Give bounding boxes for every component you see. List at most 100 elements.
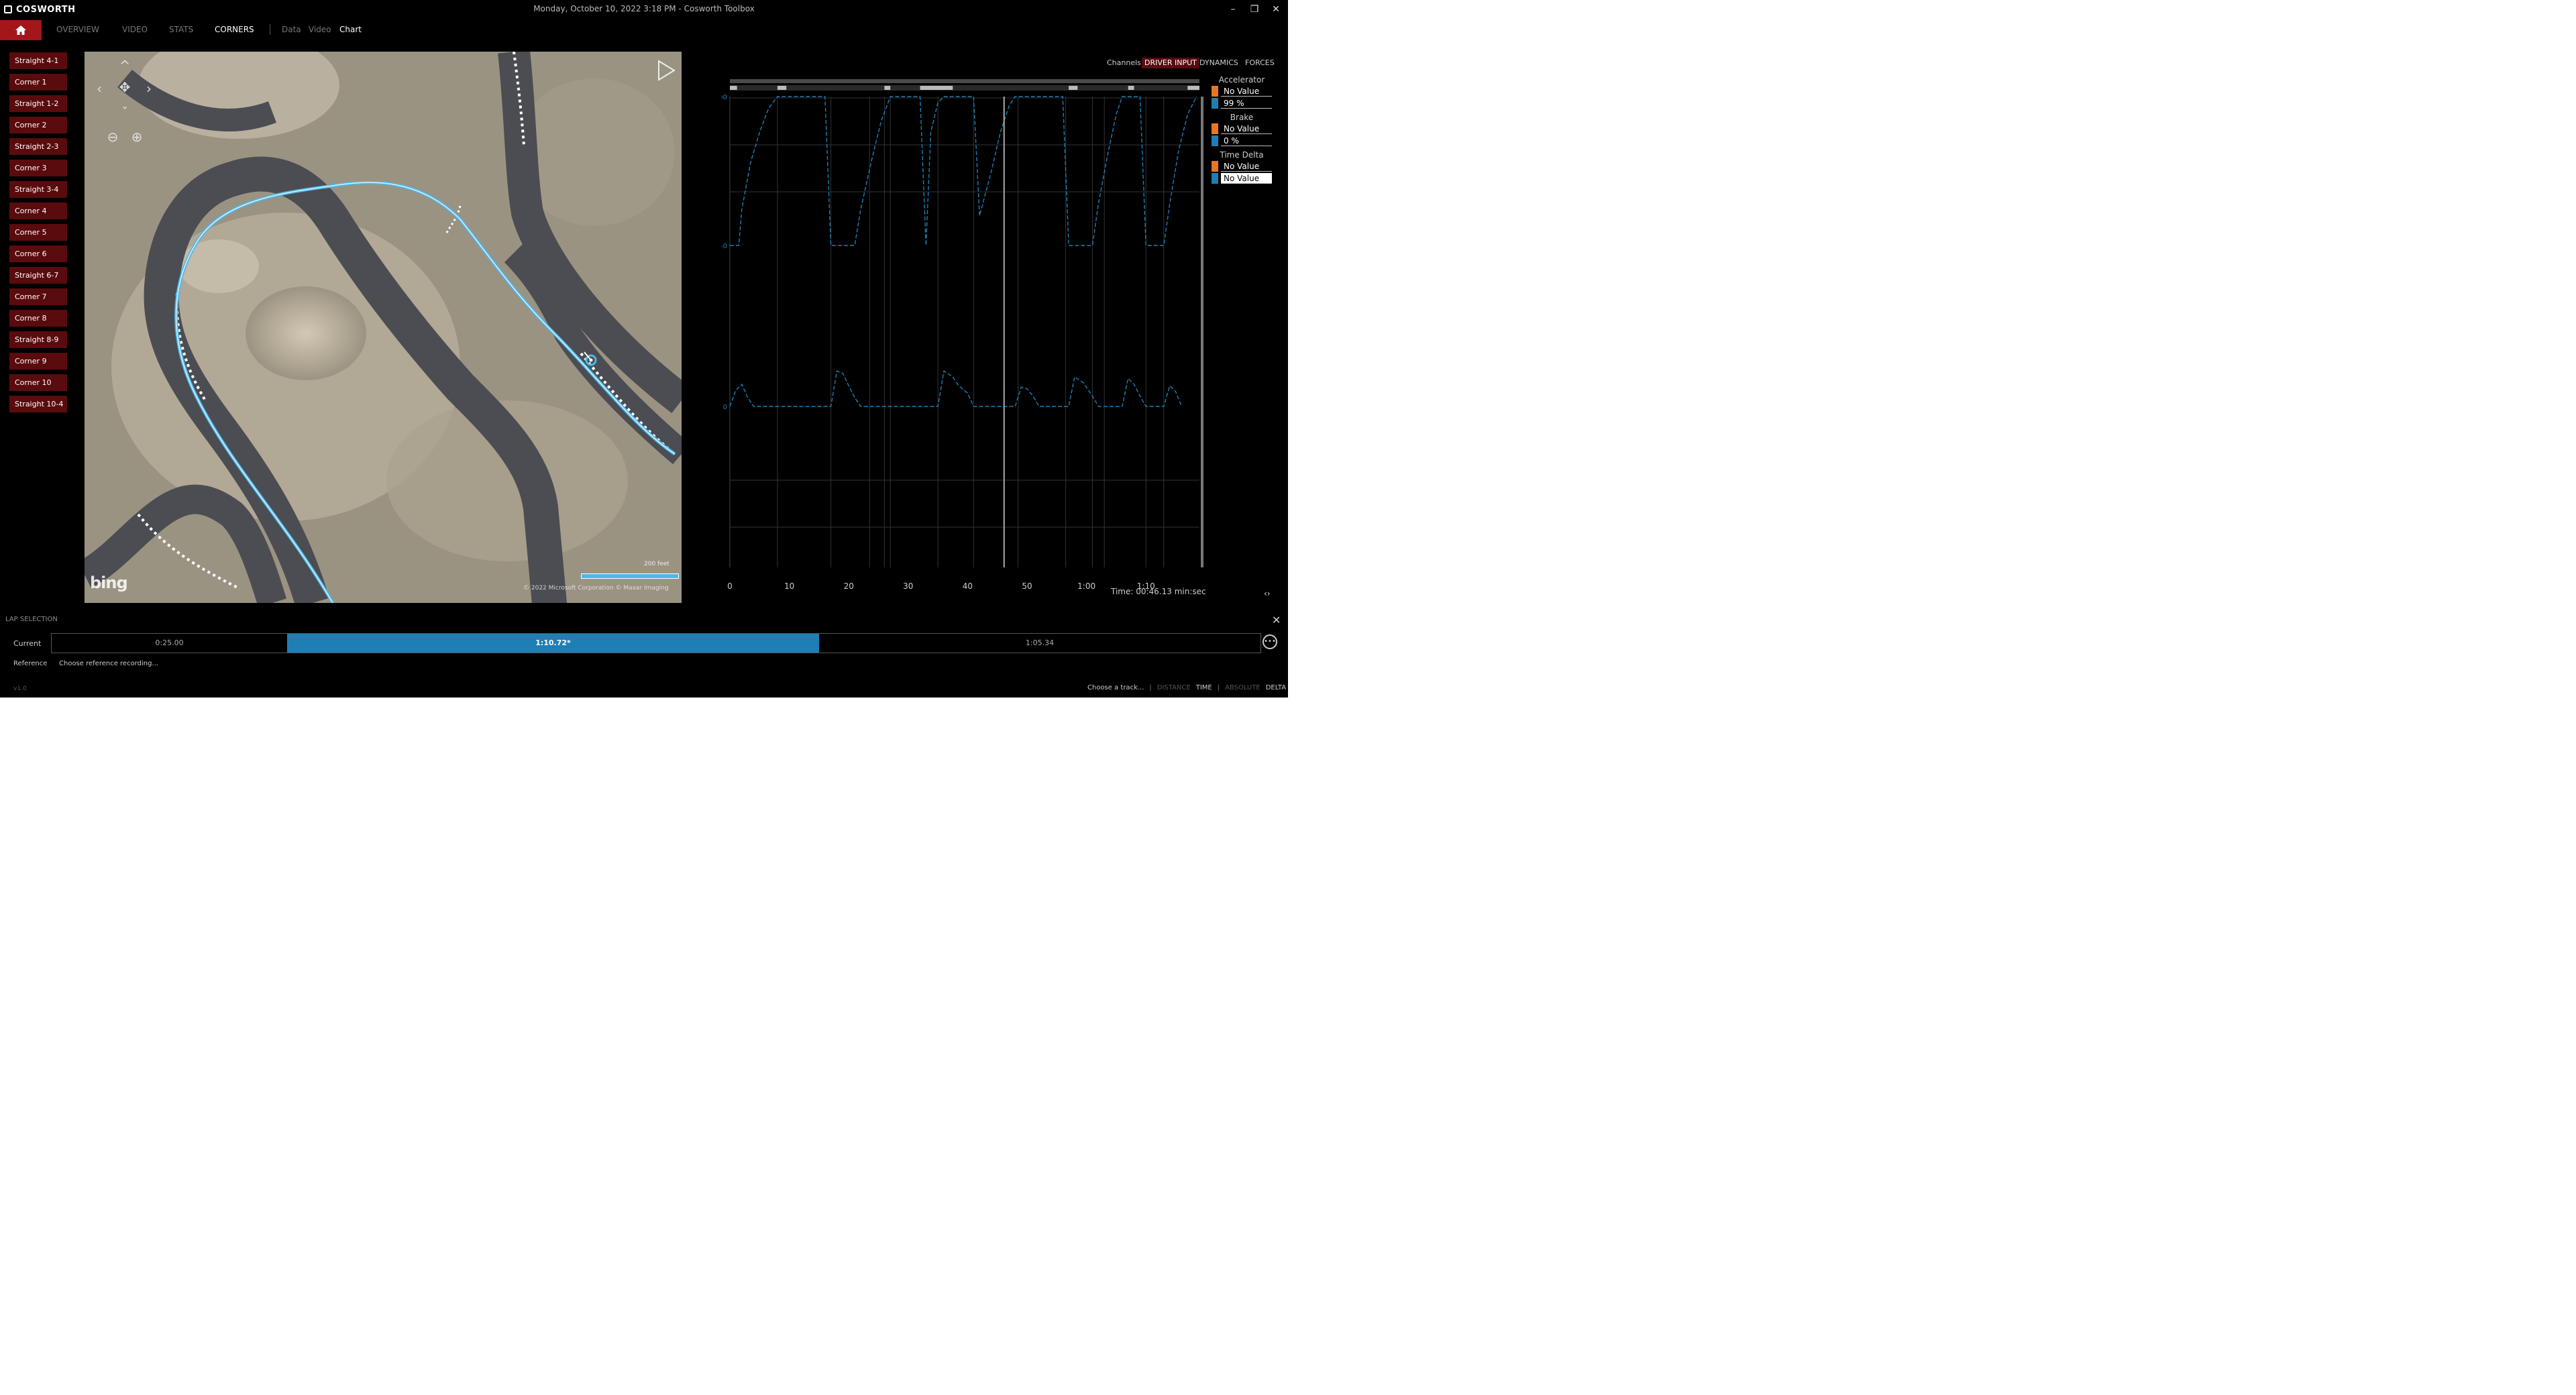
legend-value: 0 % [1221, 135, 1272, 146]
segment-list: Straight 4-1 Corner 1 Straight 1-2 Corner 2… [9, 52, 68, 417]
legend-row[interactable]: 0 % [1212, 135, 1272, 146]
chart-overview-marker [1069, 86, 1078, 90]
lap-more-button[interactable]: ••• [1263, 634, 1277, 649]
segment-button[interactable]: Corner 6 [9, 245, 67, 262]
driver-input-chart[interactable]: 100500Time Delta (s)010203040501:001:10 [708, 78, 1209, 601]
segment-button[interactable]: Straight 6-7 [9, 267, 67, 284]
segment-button[interactable]: Straight 1-2 [9, 95, 67, 112]
legend-title: Brake [1230, 113, 1254, 122]
segment-button[interactable]: Corner 3 [9, 160, 67, 176]
legend-value: No Value [1221, 86, 1272, 97]
reference-selector[interactable]: Choose reference recording... [59, 660, 158, 667]
tab-overview[interactable]: OVERVIEW [56, 25, 99, 34]
chart-series-line [729, 370, 1183, 407]
play-button[interactable] [656, 59, 676, 82]
status-separator: | [1217, 684, 1220, 691]
map-scale-label: 200 feet [644, 561, 669, 567]
version-label: v1.0 [13, 685, 27, 692]
pan-down-icon[interactable]: ˇ [117, 105, 133, 121]
segment-button[interactable]: Corner 1 [9, 74, 67, 91]
segment-button[interactable]: Straight 2-3 [9, 138, 67, 155]
segment-button[interactable]: Corner 5 [9, 224, 67, 241]
home-button[interactable] [0, 20, 42, 40]
subtab-chart[interactable]: Chart [339, 25, 362, 34]
segment-button[interactable]: Straight 8-9 [9, 331, 67, 348]
brand: COSWORTH [4, 4, 76, 15]
segment-button[interactable]: Corner 4 [9, 203, 67, 219]
chart-right-edge [1201, 97, 1203, 567]
segment-button[interactable]: Straight 4-1 [9, 52, 67, 69]
legend-value: No Value [1221, 173, 1272, 184]
segment-button[interactable]: Corner 8 [9, 310, 67, 327]
lap-segment[interactable]: 1:05.34 [819, 634, 1260, 653]
close-window-button[interactable]: ✕ [1267, 3, 1285, 16]
chart-legend: Accelerator No Value 99 % Brake No Value 0 % T… [1212, 75, 1272, 184]
legend-swatch [1212, 135, 1218, 146]
segment-button[interactable]: Straight 3-4 [9, 181, 67, 198]
tab-dynamics[interactable]: DYNAMICS [1197, 58, 1241, 68]
legend-row[interactable]: 99 % [1212, 98, 1272, 109]
chart-y-tick-label: 0 [723, 404, 727, 411]
chart-time-readout: Time: 00:46.13 min:sec [1111, 587, 1206, 596]
legend-row[interactable]: No Value [1212, 161, 1272, 172]
mode-time[interactable]: TIME [1196, 684, 1212, 691]
zoom-in-icon[interactable]: ⊕ [129, 129, 145, 145]
mode-delta[interactable]: DELTA [1266, 684, 1286, 691]
maximize-button[interactable]: ❐ [1245, 3, 1264, 16]
chart-overview-marker [1187, 86, 1199, 90]
chart-overview-marker [1128, 86, 1134, 90]
title-bar [0, 0, 1288, 19]
chart-x-tick-label: 30 [903, 581, 913, 591]
chart-scroll-strip [730, 79, 1199, 83]
chart-navigate-icon[interactable]: ‹› [1264, 589, 1271, 598]
segment-button[interactable]: Straight 10-4 [9, 396, 67, 412]
lap-segment[interactable]: 1:10.72* [287, 634, 819, 653]
choose-track-link[interactable]: Choose a track... [1087, 684, 1144, 691]
brand-name: COSWORTH [16, 4, 76, 15]
legend-title: Accelerator [1218, 75, 1265, 85]
tab-corners[interactable]: CORNERS [215, 25, 254, 34]
track-map[interactable] [85, 52, 682, 603]
chart-x-tick-label: 10 [784, 581, 794, 591]
pan-center-icon[interactable]: ✥ [117, 79, 133, 95]
legend-row[interactable]: No Value [1212, 173, 1272, 184]
tab-channels[interactable]: Channels [1104, 58, 1144, 68]
lap-bar: 0:25.00 1:10.72* 1:05.34 [51, 633, 1261, 653]
chart-canvas: 100500Time Delta (s)010203040501:001:10 [708, 79, 1203, 591]
mode-absolute[interactable]: ABSOLUTE [1225, 684, 1260, 691]
pan-left-icon[interactable]: ‹ [91, 80, 107, 97]
map-scale-bar [581, 573, 679, 579]
play-icon [658, 60, 676, 81]
tab-driver-input[interactable]: DRIVER INPUT [1142, 58, 1199, 68]
chart-series-line [730, 96, 1197, 246]
minimize-button[interactable]: – [1224, 3, 1242, 16]
legend-row[interactable]: No Value [1212, 123, 1272, 134]
pan-right-icon[interactable]: › [141, 80, 157, 97]
chart-x-tick-label: 1:00 [1077, 581, 1095, 591]
legend-swatch [1212, 98, 1218, 109]
legend-swatch [1212, 86, 1218, 97]
current-label: Current [13, 639, 42, 648]
segment-button[interactable]: Corner 9 [9, 353, 67, 370]
chart-overview-marker [730, 86, 737, 90]
tab-video[interactable]: VIDEO [122, 25, 148, 34]
subtab-video[interactable]: Video [309, 25, 331, 34]
zoom-out-icon[interactable]: ⊖ [105, 129, 121, 145]
segment-button[interactable]: Corner 10 [9, 374, 67, 391]
legend-row[interactable]: No Value [1212, 86, 1272, 97]
tab-forces[interactable]: FORCES [1242, 58, 1277, 68]
tab-stats[interactable]: STATS [169, 25, 193, 34]
segment-button[interactable]: Corner 7 [9, 288, 67, 305]
bing-logo: bing [90, 573, 128, 592]
legend-value: No Value [1221, 123, 1272, 134]
legend-swatch [1212, 173, 1218, 184]
lap-selection-close-icon[interactable]: ✕ [1272, 614, 1281, 626]
subtab-data[interactable]: Data [282, 25, 301, 34]
status-separator: | [1149, 684, 1152, 691]
lap-segment[interactable]: 0:25.00 [52, 634, 287, 653]
reference-label: Reference [13, 660, 48, 667]
mode-distance[interactable]: DISTANCE [1157, 684, 1191, 691]
pan-up-icon[interactable]: ^ [117, 58, 133, 74]
segment-button[interactable]: Corner 2 [9, 117, 67, 133]
chart-x-tick-label: 40 [963, 581, 973, 591]
